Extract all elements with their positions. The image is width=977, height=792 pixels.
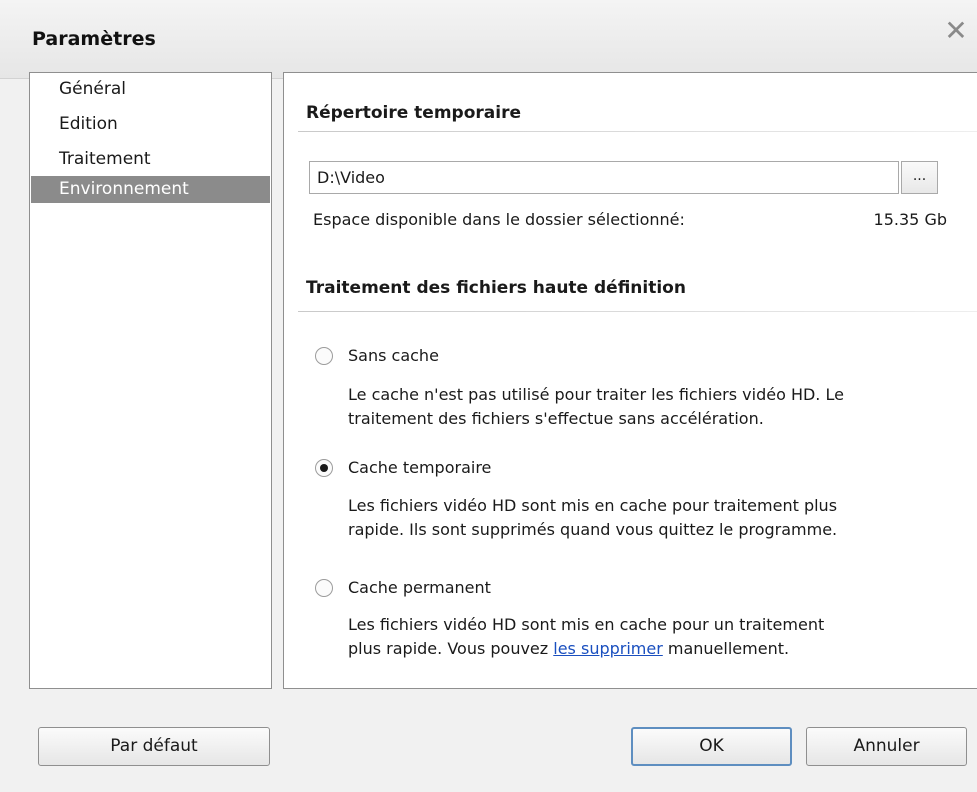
description-line: Le cache n'est pas utilisé pour traiter …	[348, 385, 844, 404]
settings-nav-list: Général Edition Traitement Environnement	[29, 72, 272, 689]
nav-item-general[interactable]: Général	[31, 76, 270, 103]
divider	[298, 311, 977, 312]
description-line: Les fichiers vidéo HD sont mis en cache …	[348, 496, 838, 515]
divider	[298, 131, 977, 132]
defaults-button[interactable]: Par défaut	[38, 727, 270, 766]
radio-button-unchecked[interactable]	[315, 579, 333, 597]
nav-item-edition[interactable]: Edition	[31, 111, 270, 138]
nav-item-environnement[interactable]: Environnement	[31, 176, 270, 203]
cancel-button[interactable]: Annuler	[806, 727, 967, 766]
ok-button[interactable]: OK	[631, 727, 792, 766]
free-space-label: Espace disponible dans le dossier sélect…	[313, 210, 685, 229]
delete-cache-link[interactable]: les supprimer	[553, 639, 663, 658]
temp-dir-heading: Répertoire temporaire	[306, 103, 521, 123]
temp-dir-path-input[interactable]: D:\Video	[309, 161, 899, 194]
nav-item-traitement[interactable]: Traitement	[31, 146, 270, 173]
title-bar: Paramètres ✕	[0, 0, 977, 79]
radio-button-unchecked[interactable]	[315, 347, 333, 365]
radio-label[interactable]: Sans cache	[348, 346, 439, 365]
description-line: rapide. Ils sont supprimés quand vous qu…	[348, 520, 838, 539]
description-text: manuellement.	[662, 639, 790, 658]
close-icon[interactable]: ✕	[941, 16, 971, 46]
settings-panel: Répertoire temporaire D:\Video ... Espac…	[283, 72, 977, 689]
description-line: Les fichiers vidéo HD sont mis en cache …	[348, 615, 825, 634]
option-description: Le cache n'est pas utilisé pour traiter …	[348, 383, 958, 431]
radio-button-checked[interactable]	[315, 459, 333, 477]
dialog-title: Paramètres	[32, 28, 156, 50]
description-line: plus rapide. Vous pouvez les supprimer m…	[348, 637, 958, 661]
description-text: plus rapide. Vous pouvez	[348, 639, 554, 658]
option-description: Les fichiers vidéo HD sont mis en cache …	[348, 494, 958, 542]
description-line: traitement des fichiers s'effectue sans …	[348, 409, 764, 428]
free-space-value: 15.35 Gb	[873, 210, 947, 229]
settings-dialog: Paramètres ✕ Général Edition Traitement …	[0, 0, 977, 792]
hd-processing-heading: Traitement des fichiers haute définition	[306, 278, 686, 298]
radio-label[interactable]: Cache temporaire	[348, 458, 491, 477]
option-description: Les fichiers vidéo HD sont mis en cache …	[348, 613, 958, 661]
browse-button[interactable]: ...	[901, 161, 938, 194]
radio-label[interactable]: Cache permanent	[348, 578, 491, 597]
